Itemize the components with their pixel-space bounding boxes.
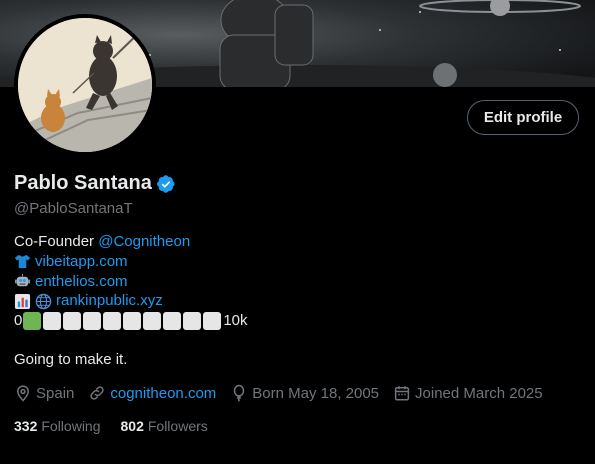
progress-square-empty <box>203 312 222 331</box>
bio-cofounder-prefix: Co-Founder <box>14 233 99 250</box>
user-handle: @PabloSantanaT <box>14 200 133 217</box>
avatar[interactable] <box>14 14 156 156</box>
cognitheon-mention-link[interactable]: @Cognitheon <box>98 232 190 252</box>
bar-chart-emoji-icon <box>14 293 31 310</box>
progress-square-empty <box>143 312 162 331</box>
globe-emoji-icon <box>35 293 52 310</box>
bio-cofounder-line: Co-Founder @Cognitheon <box>14 232 248 252</box>
location-pin-icon <box>16 385 30 402</box>
avatar-image <box>18 18 152 152</box>
following-link[interactable]: 332 Following <box>14 418 101 434</box>
joined-text: Joined March 2025 <box>415 384 543 402</box>
progress-squares <box>23 312 223 331</box>
display-name: Pablo Santana <box>14 172 152 194</box>
progress-square-empty <box>63 312 82 331</box>
progress-end-label: 10k <box>223 312 248 330</box>
vibeitapp-link[interactable]: vibeitapp.com <box>35 252 128 272</box>
bio-link-line-2: enthelios.com <box>14 272 248 292</box>
progress-square-empty <box>43 312 62 331</box>
calendar-icon <box>394 386 410 401</box>
bio-link-line-1: vibeitapp.com <box>14 252 248 272</box>
bio-link-line-3: rankinpublic.xyz <box>14 291 248 311</box>
website-link[interactable]: cognitheon.com <box>110 385 216 402</box>
progress-start-label: 0 <box>14 312 23 330</box>
followers-link[interactable]: 802 Followers <box>121 418 208 434</box>
bio-tagline: Going to make it. <box>14 351 128 368</box>
verified-badge-icon[interactable] <box>156 174 176 194</box>
progress-square-filled <box>23 312 42 331</box>
progress-square-empty <box>183 312 202 331</box>
link-icon <box>90 386 105 400</box>
website-item[interactable]: cognitheon.com <box>88 384 216 402</box>
profile-name-row: Pablo Santana <box>14 172 176 195</box>
following-label: Following <box>41 418 101 434</box>
following-count: 332 <box>14 418 38 434</box>
born-text: Born May 18, 2005 <box>252 384 380 402</box>
followers-label: Followers <box>147 418 208 434</box>
enthelios-link[interactable]: enthelios.com <box>35 272 128 292</box>
rankinpublic-link[interactable]: rankinpublic.xyz <box>56 291 163 311</box>
profile-meta: Spain cognitheon.com Born May 18, 2005 J… <box>14 384 557 402</box>
joined-item: Joined March 2025 <box>393 384 543 402</box>
progress-square-empty <box>163 312 182 331</box>
birthday-item: Born May 18, 2005 <box>230 384 379 402</box>
location-text: Spain <box>36 384 75 402</box>
progress-square-empty <box>83 312 102 331</box>
location-item: Spain <box>14 384 74 402</box>
followers-count: 802 <box>120 418 144 434</box>
progress-square-empty <box>103 312 122 331</box>
balloon-icon <box>234 384 245 402</box>
tshirt-emoji-icon <box>14 253 31 270</box>
bio: Co-Founder @Cognitheon vibeitapp.com ent… <box>14 232 248 331</box>
robot-emoji-icon <box>14 273 31 290</box>
progress-bar: 0 10k <box>14 311 248 331</box>
progress-square-empty <box>123 312 142 331</box>
edit-profile-button[interactable]: Edit profile <box>467 100 579 135</box>
profile-stats: 332 Following 802 Followers <box>14 418 228 434</box>
